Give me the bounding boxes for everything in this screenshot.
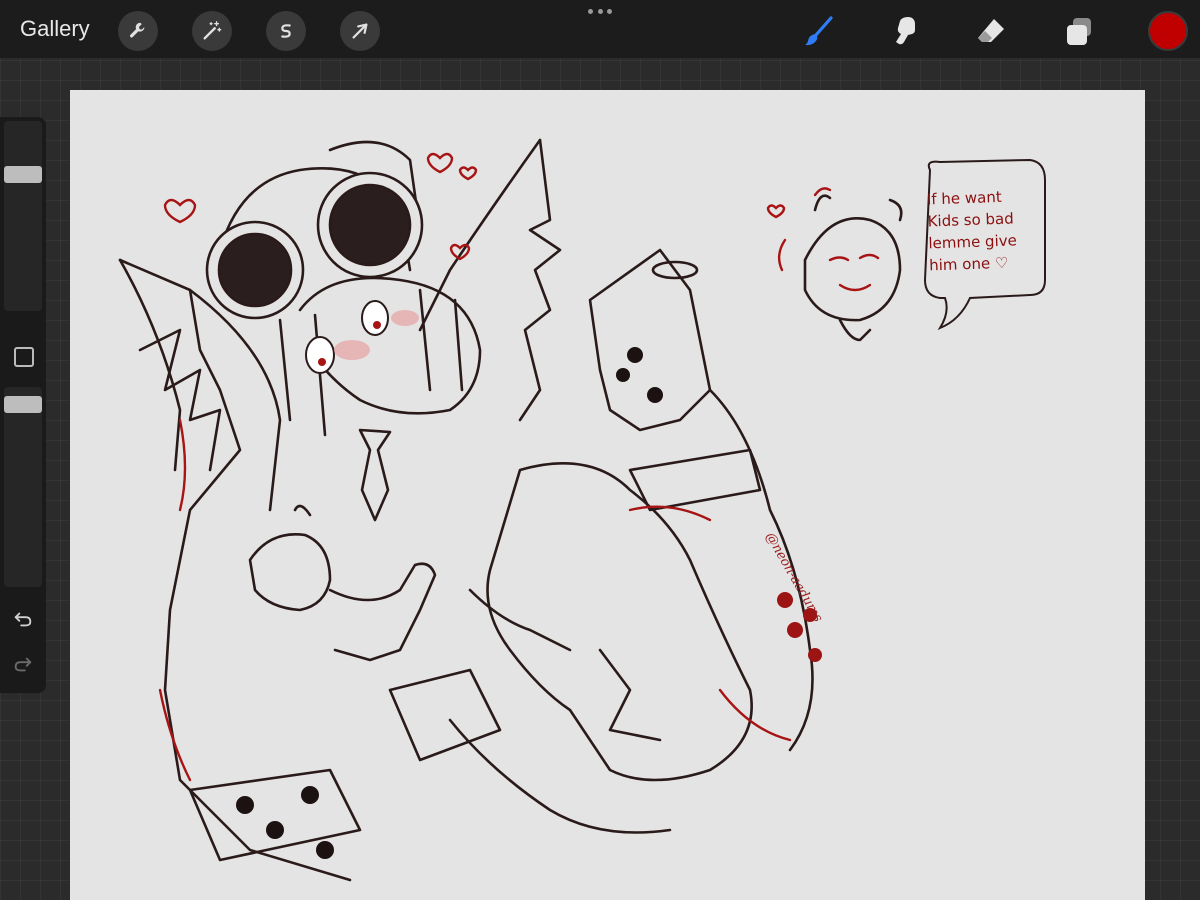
brush-icon[interactable]	[798, 10, 840, 52]
opacity-thumb[interactable]	[4, 396, 42, 414]
eraser-icon[interactable]	[970, 10, 1012, 52]
wrench-icon[interactable]	[118, 11, 158, 51]
brush-size-thumb[interactable]	[4, 165, 42, 183]
dot	[588, 8, 593, 14]
dot	[607, 8, 612, 14]
selection-s-icon[interactable]	[266, 11, 306, 51]
brush-size-slider[interactable]	[4, 121, 42, 311]
square-icon[interactable]	[14, 347, 34, 367]
layers-icon[interactable]	[1058, 10, 1100, 52]
gallery-button[interactable]: Gallery	[20, 16, 90, 42]
top-toolbar: Gallery	[0, 0, 1200, 58]
undo-arrow-icon[interactable]	[11, 607, 35, 631]
drawing-canvas[interactable]: If he want Kids so bad lemme give him on…	[70, 90, 1145, 900]
left-sidebar	[0, 117, 46, 693]
arrow-cursor-icon[interactable]	[340, 11, 380, 51]
dot	[597, 8, 603, 14]
color-swatch[interactable]	[1148, 11, 1188, 51]
speech-bubble-text: If he want Kids so bad lemme give him on…	[927, 184, 1070, 277]
more-options-icon[interactable]	[588, 4, 612, 18]
redo-arrow-icon[interactable]	[11, 652, 35, 676]
magic-wand-icon[interactable]	[192, 11, 232, 51]
opacity-slider[interactable]	[4, 387, 42, 587]
smudge-icon[interactable]	[884, 10, 926, 52]
